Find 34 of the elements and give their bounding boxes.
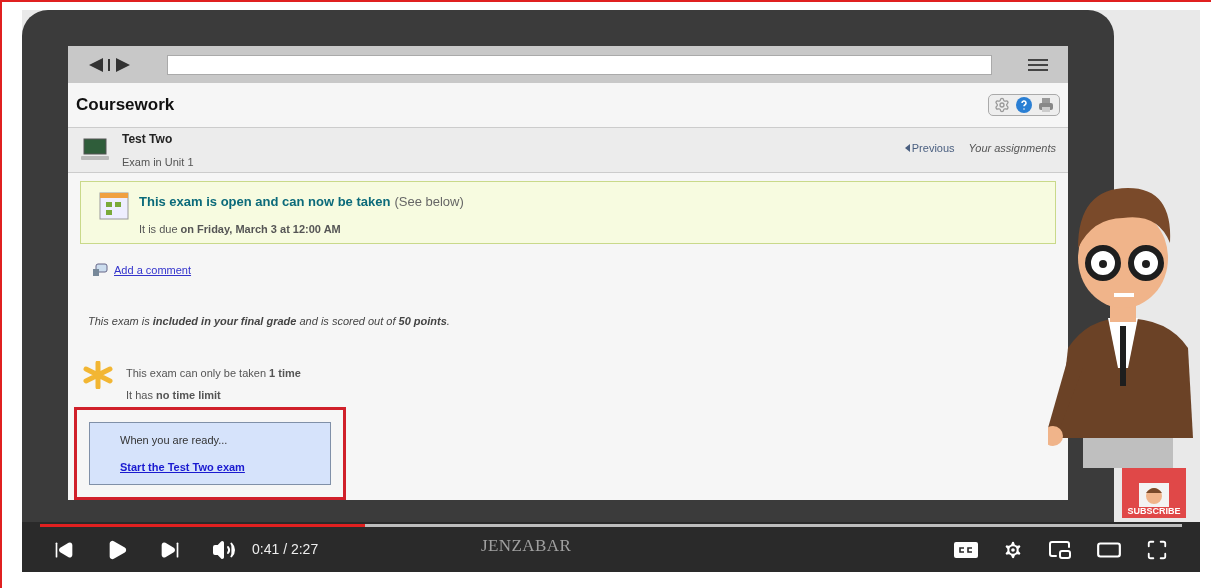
add-comment-link[interactable]: Add a comment: [114, 262, 192, 279]
item-title: Test Two: [122, 130, 174, 148]
notice-note: (See below): [394, 192, 464, 211]
start-exam-link[interactable]: Start the Test Two exam: [120, 458, 330, 476]
ready-prompt: When you are ready...: [120, 433, 229, 449]
forward-arrow-icon[interactable]: [115, 56, 131, 73]
time-display: 0:41 / 2:27: [252, 540, 319, 559]
asterisk-icon: [82, 361, 114, 390]
subscribe-badge[interactable]: SUBSCRIBE: [1122, 468, 1186, 518]
notice-headline: This exam is open and can now be taken: [139, 192, 391, 211]
settings-icon[interactable]: [1002, 538, 1024, 561]
limit-text: It has no time limit: [126, 387, 222, 403]
menu-icon[interactable]: [1028, 57, 1048, 72]
page-title: Coursework: [76, 94, 175, 117]
comment-icon: [92, 263, 108, 278]
assignments-link[interactable]: Your assignments: [968, 140, 1056, 157]
print-icon[interactable]: [1038, 97, 1054, 113]
item-subtitle: Exam in Unit 1: [122, 154, 194, 170]
address-field[interactable]: [167, 54, 992, 75]
left-caret-icon: [904, 144, 910, 153]
subscribe-label: SUBSCRIBE: [1127, 507, 1181, 516]
limit-text: This exam can only be taken 1 time: [126, 366, 301, 382]
help-icon[interactable]: [1016, 97, 1032, 113]
cartoon-avatar-icon: [1139, 483, 1169, 507]
video-logo: JENZABAR: [480, 534, 572, 557]
divider-icon: [108, 58, 111, 71]
progress-track[interactable]: [40, 524, 1182, 527]
due-date-text: It is due on Friday, March 3 at 12:00 AM: [139, 222, 342, 238]
captions-icon[interactable]: [954, 541, 978, 558]
calendar-icon: [99, 191, 129, 220]
previous-link[interactable]: Previous: [911, 140, 955, 157]
fullscreen-icon[interactable]: [1146, 538, 1168, 561]
back-arrow-icon[interactable]: [88, 56, 104, 73]
computer-icon: [80, 136, 110, 163]
